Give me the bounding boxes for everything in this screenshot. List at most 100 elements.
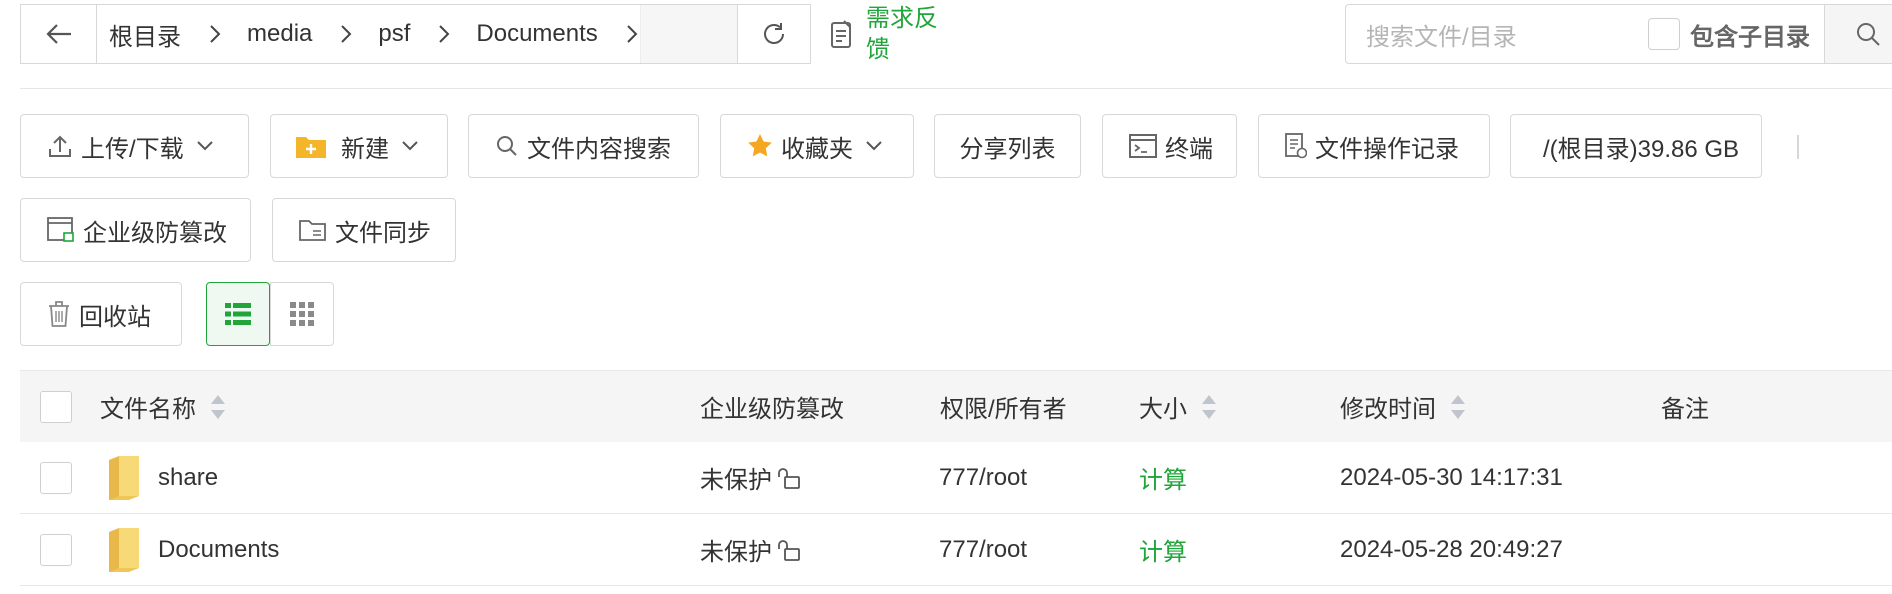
col-tamper-header: 企业级防篡改 [700, 371, 844, 442]
content-search-button[interactable]: 文件内容搜索 [468, 114, 699, 178]
trash-icon [47, 300, 71, 328]
file-name[interactable]: share [158, 442, 218, 513]
include-subdir-label: 包含子目录 [1690, 23, 1810, 51]
table-row[interactable]: share 未保护 777/root 计算 2024-05-30 14:17:3… [20, 442, 1892, 514]
chevron-right-icon [626, 24, 638, 44]
new-button[interactable]: 新建 [270, 114, 448, 178]
favorites-label: 收藏夹 [781, 135, 853, 163]
folder-icon [106, 514, 142, 585]
shield-window-icon [47, 217, 75, 243]
file-name[interactable]: Documents [158, 514, 279, 585]
recycle-bin-label: 回收站 [79, 303, 151, 331]
col-name-label: 文件名称 [100, 396, 196, 423]
recycle-bin-button[interactable]: 回收站 [20, 282, 182, 346]
search-box: 搜索文件/目录 包含子目录 [1345, 4, 1825, 64]
terminal-label: 终端 [1165, 135, 1213, 163]
search-icon [495, 134, 519, 158]
folder-icon [106, 442, 142, 513]
divider [20, 88, 1892, 89]
refresh-button[interactable] [737, 4, 811, 64]
unlock-icon [776, 538, 802, 562]
breadcrumb-label: 根目录 [109, 23, 181, 51]
sort-icon [1450, 394, 1466, 420]
terminal-icon [1129, 134, 1157, 158]
chevron-right-icon [340, 24, 352, 44]
modified-time: 2024-05-30 14:17:31 [1340, 463, 1563, 491]
chevron-right-icon [209, 24, 221, 44]
col-perm-header: 权限/所有者 [940, 371, 1067, 442]
file-sync-label: 文件同步 [335, 219, 431, 247]
breadcrumb-item-root[interactable]: 根目录 [109, 17, 181, 52]
chevron-down-icon [401, 140, 419, 152]
tamper-status-label: 未保护 [700, 467, 772, 494]
breadcrumb-item-psf[interactable]: psf [378, 20, 410, 48]
col-name-header[interactable]: 文件名称 [100, 371, 226, 442]
grid-view-icon [290, 302, 314, 326]
col-note-header: 备注 [1661, 371, 1709, 442]
favorites-button[interactable]: 收藏夹 [720, 114, 914, 178]
sort-icon [210, 394, 226, 420]
feedback-label: 需求反馈 [866, 5, 938, 63]
share-list-label: 分享列表 [959, 135, 1056, 163]
operation-log-label: 文件操作记录 [1315, 135, 1459, 163]
tamper-status-label: 未保护 [700, 539, 772, 566]
col-note-label: 备注 [1661, 396, 1709, 423]
list-view-button[interactable] [206, 282, 270, 346]
search-input[interactable]: 搜索文件/目录 [1366, 17, 1648, 52]
chevron-right-icon [438, 24, 450, 44]
row-checkbox[interactable] [40, 533, 72, 566]
modified-time: 2024-05-28 20:49:27 [1340, 535, 1563, 563]
breadcrumb: 根目录 media psf Documents [96, 4, 738, 64]
sort-icon [1201, 394, 1217, 420]
tamper-proof-button[interactable]: 企业级防篡改 [20, 198, 251, 262]
col-mtime-label: 修改时间 [1340, 396, 1436, 423]
new-folder-icon [295, 133, 327, 159]
breadcrumb-item-documents[interactable]: Documents [476, 20, 597, 48]
col-mtime-header[interactable]: 修改时间 [1340, 371, 1466, 442]
upload-download-button[interactable]: 上传/下载 [20, 114, 249, 178]
chevron-down-icon [865, 140, 883, 152]
breadcrumb-item-media[interactable]: media [247, 20, 312, 48]
select-all-checkbox[interactable] [40, 390, 72, 423]
upload-icon [47, 133, 73, 159]
disk-label: /(根目录)39.86 GB [1543, 135, 1739, 163]
include-subdir-checkbox[interactable] [1648, 18, 1680, 50]
tamper-proof-label: 企业级防篡改 [83, 219, 227, 247]
unlock-icon [776, 466, 802, 490]
col-perm-label: 权限/所有者 [940, 396, 1067, 423]
toolbar-divider [1797, 135, 1799, 159]
star-icon [747, 133, 773, 159]
search-button[interactable] [1824, 4, 1892, 64]
share-list-button[interactable]: 分享列表 [934, 114, 1081, 178]
content-search-label: 文件内容搜索 [527, 135, 671, 163]
select-all-cell [40, 371, 72, 442]
upload-download-label: 上传/下载 [81, 135, 184, 163]
operation-log-button[interactable]: 文件操作记录 [1258, 114, 1490, 178]
permission-owner[interactable]: 777/root [939, 514, 1027, 585]
permission-owner[interactable]: 777/root [939, 442, 1027, 513]
file-sync-button[interactable]: 文件同步 [272, 198, 456, 262]
back-button[interactable] [20, 4, 96, 64]
tamper-status[interactable]: 未保护 [700, 514, 802, 585]
breadcrumb-label: Documents [476, 20, 598, 47]
refresh-icon [764, 23, 784, 44]
breadcrumb-label: media [247, 20, 313, 47]
row-checkbox[interactable] [40, 461, 72, 494]
size-calc-link[interactable]: 计算 [1139, 442, 1187, 513]
tamper-status[interactable]: 未保护 [700, 442, 802, 513]
search-icon [1857, 23, 1880, 46]
breadcrumb-label: psf [378, 20, 411, 47]
col-size-label: 大小 [1139, 396, 1187, 423]
disk-button[interactable]: /(根目录)39.86 GB [1510, 114, 1762, 178]
folder-sync-icon [299, 218, 327, 242]
list-view-icon [225, 303, 251, 325]
breadcrumb-edit-area[interactable] [640, 5, 737, 63]
table-row[interactable]: Documents 未保护 777/root 计算 2024-05-28 20:… [20, 514, 1892, 586]
terminal-button[interactable]: 终端 [1102, 114, 1237, 178]
col-size-header[interactable]: 大小 [1139, 371, 1217, 442]
edit-document-icon [831, 20, 851, 48]
grid-view-button[interactable] [270, 282, 334, 346]
feedback-link[interactable]: 需求反馈 [830, 0, 950, 68]
chevron-down-icon [196, 140, 214, 152]
size-calc-link[interactable]: 计算 [1139, 514, 1187, 585]
